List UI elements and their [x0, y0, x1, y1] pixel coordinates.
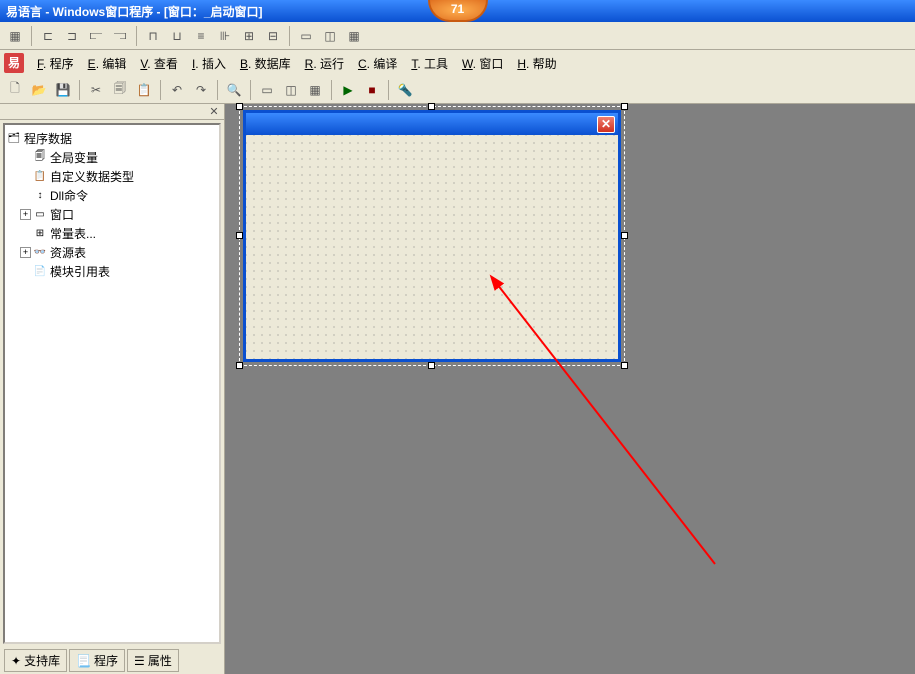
tree-item-icon: 🗐	[33, 151, 47, 165]
titlebar: 易语言 - Windows窗口程序 - [窗口：_启动窗口] 71	[0, 0, 915, 22]
menu-v[interactable]: V. 查看	[133, 52, 185, 75]
tool-align-hcenter-icon[interactable]: ⫍	[85, 25, 107, 47]
tool-align-top-icon[interactable]: ⊓	[142, 25, 164, 47]
sidebar-close-icon[interactable]: ✕	[208, 106, 220, 118]
tool-align-vcenter-icon[interactable]: ⫎	[109, 25, 131, 47]
tool-win3-icon[interactable]: ▦	[343, 25, 365, 47]
tree-panel: 🗂 程序数据 🗐全局变量📋自定义数据类型↕Dll命令+▭窗口⊞常量表...+👓资…	[3, 123, 221, 644]
tool-win1-icon[interactable]: ▭	[295, 25, 317, 47]
menu-r[interactable]: R. 运行	[298, 52, 351, 75]
sidebar: ✕ 🗂 程序数据 🗐全局变量📋自定义数据类型↕Dll命令+▭窗口⊞常量表...+…	[0, 104, 225, 674]
run-icon[interactable]: ▶	[337, 79, 359, 101]
save-icon[interactable]: 💾	[52, 79, 74, 101]
tree-item[interactable]: 📋自定义数据类型	[20, 167, 217, 186]
tool-dist-v-icon[interactable]: ⊪	[214, 25, 236, 47]
tree-item-label: 自定义数据类型	[50, 168, 134, 185]
tree-item-label: 资源表	[50, 244, 86, 261]
tool-size-icon[interactable]: ⊞	[238, 25, 260, 47]
resize-handle-sw[interactable]	[236, 362, 243, 369]
menu-e[interactable]: E. 编辑	[81, 52, 134, 75]
tree-root[interactable]: 🗂 程序数据	[7, 129, 217, 148]
tool-align-left-icon[interactable]: ⊏	[37, 25, 59, 47]
tree-item-icon: ↕	[33, 189, 47, 203]
tab-icon: ✦	[11, 654, 21, 668]
app-title: 易语言 - Windows窗口程序 - [窗口：_启动窗口]	[6, 3, 263, 20]
tree-item[interactable]: +▭窗口	[20, 205, 217, 224]
resize-handle-n[interactable]	[428, 103, 435, 110]
menu-t[interactable]: T. 工具	[404, 52, 455, 75]
expand-icon[interactable]: +	[20, 209, 31, 220]
tree-item-icon: ⊞	[33, 227, 47, 241]
layout3-icon[interactable]: ▦	[304, 79, 326, 101]
paste-icon[interactable]: 📋	[133, 79, 155, 101]
new-icon[interactable]: 🗋	[4, 79, 26, 101]
tab-label: 支持库	[24, 652, 60, 669]
cut-icon[interactable]: ✂	[85, 79, 107, 101]
menu-c[interactable]: C. 编译	[351, 52, 404, 75]
tab-label: 属性	[148, 652, 172, 669]
form-body[interactable]	[246, 135, 618, 359]
side-tab[interactable]: ☰属性	[127, 649, 179, 672]
side-tab[interactable]: 📃程序	[69, 649, 125, 672]
resize-handle-e[interactable]	[621, 232, 628, 239]
stop-icon[interactable]: ■	[361, 79, 383, 101]
tool-align-right-icon[interactable]: ⊐	[61, 25, 83, 47]
resize-handle-ne[interactable]	[621, 103, 628, 110]
tool-dist-h-icon[interactable]: ≡	[190, 25, 212, 47]
layout2-icon[interactable]: ◫	[280, 79, 302, 101]
resize-handle-w[interactable]	[236, 232, 243, 239]
badge: 71	[428, 0, 488, 22]
tree-item-icon: 📋	[33, 170, 47, 184]
tree-item-label: 模块引用表	[50, 263, 110, 280]
menu-h[interactable]: H. 帮助	[510, 52, 563, 75]
resize-handle-nw[interactable]	[236, 103, 243, 110]
undo-icon[interactable]: ↶	[166, 79, 188, 101]
side-tab[interactable]: ✦支持库	[4, 649, 67, 672]
sidebar-header: ✕	[0, 104, 224, 120]
menu-i[interactable]: I. 插入	[185, 52, 233, 75]
redo-icon[interactable]: ↷	[190, 79, 212, 101]
tree-item[interactable]: +👓资源表	[20, 243, 217, 262]
tool-panel-icon[interactable]: ▦	[4, 25, 26, 47]
tree-item[interactable]: ↕Dll命令	[20, 186, 217, 205]
menubar: 易 F. 程序E. 编辑V. 查看I. 插入B. 数据库R. 运行C. 编译T.…	[0, 50, 915, 76]
tool-align-bottom-icon[interactable]: ⊔	[166, 25, 188, 47]
toolbar-main: 🗋 📂 💾 ✂ 🗐 📋 ↶ ↷ 🔍 ▭ ◫ ▦ ▶ ■ 🔦	[0, 76, 915, 104]
tab-icon: 📃	[76, 654, 91, 668]
design-canvas[interactable]: ✕	[225, 104, 915, 674]
menu-f[interactable]: F. 程序	[30, 52, 81, 75]
tool-win2-icon[interactable]: ◫	[319, 25, 341, 47]
tree-item-label: Dll命令	[50, 187, 88, 204]
toolbar-panels: ▦ ⊏ ⊐ ⫍ ⫎ ⊓ ⊔ ≡ ⊪ ⊞ ⊟ ▭ ◫ ▦	[0, 22, 915, 50]
resize-handle-s[interactable]	[428, 362, 435, 369]
copy-icon[interactable]: 🗐	[109, 79, 131, 101]
tree-item[interactable]: 📄模块引用表	[20, 262, 217, 281]
form-designer-window[interactable]: ✕	[243, 110, 621, 362]
app-logo-icon: 易	[4, 53, 24, 73]
resize-handle-se[interactable]	[621, 362, 628, 369]
tree-root-label: 程序数据	[24, 130, 72, 147]
menu-b[interactable]: B. 数据库	[233, 52, 298, 75]
database-icon: 🗂	[7, 132, 21, 146]
tree-item[interactable]: ⊞常量表...	[20, 224, 217, 243]
tab-icon: ☰	[134, 654, 145, 668]
sidebar-tabs: ✦支持库📃程序☰属性	[0, 647, 224, 674]
tree-item-label: 常量表...	[50, 225, 96, 242]
layout1-icon[interactable]: ▭	[256, 79, 278, 101]
tree-item-icon: 📄	[33, 265, 47, 279]
tab-label: 程序	[94, 652, 118, 669]
tree-item-label: 窗口	[50, 206, 74, 223]
expand-icon[interactable]: +	[20, 247, 31, 258]
form-titlebar[interactable]: ✕	[246, 113, 618, 135]
tree-item-icon: 👓	[33, 246, 47, 260]
tool-size2-icon[interactable]: ⊟	[262, 25, 284, 47]
tree-item-label: 全局变量	[50, 149, 98, 166]
menu-w[interactable]: W. 窗口	[455, 52, 510, 75]
find-icon[interactable]: 🔍	[223, 79, 245, 101]
tree-item-icon: ▭	[33, 208, 47, 222]
search-icon[interactable]: 🔦	[394, 79, 416, 101]
form-close-icon[interactable]: ✕	[597, 116, 615, 133]
tree-item[interactable]: 🗐全局变量	[20, 148, 217, 167]
open-icon[interactable]: 📂	[28, 79, 50, 101]
